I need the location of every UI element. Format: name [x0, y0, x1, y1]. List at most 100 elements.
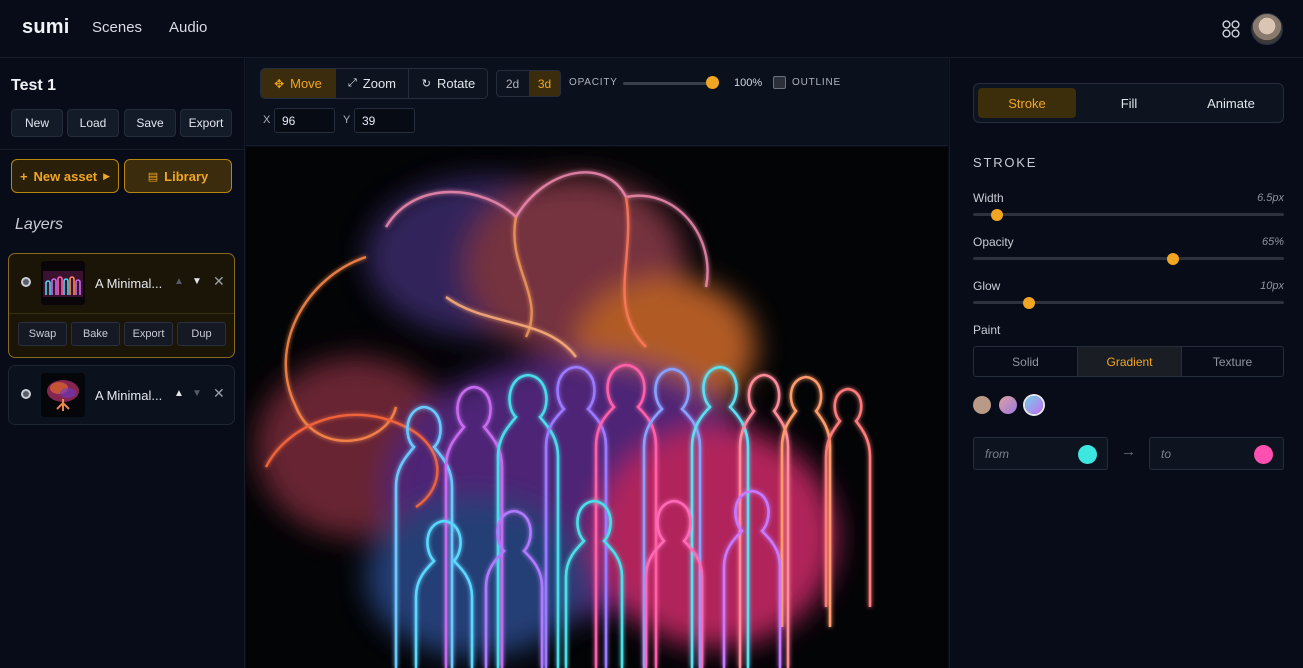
y-label: Y: [343, 114, 351, 126]
arrow-right-icon: →: [1121, 443, 1136, 460]
caret-right-icon: ▶: [103, 170, 111, 181]
move-tool-button[interactable]: ✥ Move: [261, 69, 335, 98]
3d-mode-button[interactable]: 3d: [529, 71, 560, 96]
layer-name[interactable]: A Minimal...: [95, 276, 162, 291]
expand-icon: ⤢: [347, 77, 357, 89]
nav-link-audio[interactable]: Audio: [169, 19, 207, 36]
close-icon[interactable]: ✕: [213, 385, 225, 402]
2d-mode-button[interactable]: 2d: [497, 71, 528, 96]
gradient-to-label: to: [1161, 447, 1172, 461]
glow-label: Glow: [973, 279, 1001, 293]
project-title: Test 1: [11, 77, 57, 94]
duplicate-button[interactable]: Dup: [177, 322, 226, 346]
move-down-icon[interactable]: ▼: [192, 276, 202, 287]
layer-export-button[interactable]: Export: [124, 322, 173, 346]
user-avatar[interactable]: [1251, 13, 1283, 45]
library-button[interactable]: ▤ Library: [124, 159, 232, 193]
gradient-from-field[interactable]: from: [973, 437, 1108, 470]
x-label: X: [263, 114, 271, 126]
layer-actions: Swap Bake Export Dup: [9, 313, 234, 346]
width-value: 6.5px: [1257, 192, 1284, 204]
new-asset-label: New asset: [33, 168, 98, 184]
tab-animate[interactable]: Animate: [1182, 88, 1280, 118]
rotate-tool-button[interactable]: ↻ Rotate: [409, 69, 488, 98]
opacity-label: Opacity: [973, 235, 1014, 249]
neon-artwork: [246, 147, 948, 668]
artwork-canvas[interactable]: [246, 147, 948, 668]
layer-name[interactable]: A Minimal...: [95, 388, 162, 403]
layer-row: A Minimal... ▲ ▼ ✕: [9, 254, 234, 312]
apps-grid-icon[interactable]: [1221, 19, 1241, 39]
gradient-to-field[interactable]: to: [1149, 437, 1284, 470]
opacity-slider[interactable]: [623, 82, 713, 85]
paint-texture-tab[interactable]: Texture: [1182, 347, 1283, 376]
outline-checkbox[interactable]: [773, 76, 786, 89]
canvas-toolbar: ✥ Move ⤢ Zoom ↻ Rotate 2d 3d OPACITY 100…: [246, 58, 948, 146]
panel-tabs: Stroke Fill Animate: [973, 83, 1284, 123]
paint-solid-tab[interactable]: Solid: [974, 347, 1077, 376]
width-slider-handle[interactable]: [991, 209, 1003, 221]
move-down-icon[interactable]: ▼: [192, 388, 202, 399]
layer-thumbnail: [41, 373, 85, 417]
rotate-icon: ↻: [421, 78, 431, 90]
paint-gradient-tab[interactable]: Gradient: [1078, 347, 1181, 376]
stroke-opacity-slider[interactable]: [973, 257, 1284, 260]
x-input[interactable]: 96: [274, 108, 335, 133]
move-up-icon[interactable]: ▲: [174, 276, 184, 287]
close-icon[interactable]: ✕: [213, 273, 225, 290]
from-color-dot[interactable]: [1078, 445, 1097, 464]
opacity-value: 65%: [1261, 236, 1284, 248]
bake-button[interactable]: Bake: [71, 322, 120, 346]
color-swatch[interactable]: [999, 396, 1017, 414]
nav-link-scenes[interactable]: Scenes: [92, 19, 142, 36]
left-sidebar: Test 1 New Load Save Export + New asset …: [0, 58, 245, 668]
export-button[interactable]: Export: [180, 109, 232, 137]
divider: [0, 149, 245, 150]
opacity-slider-handle[interactable]: [706, 76, 719, 89]
move-tool-label: Move: [290, 76, 322, 91]
paint-label: Paint: [973, 323, 1001, 337]
tab-stroke[interactable]: Stroke: [978, 88, 1076, 118]
tab-fill[interactable]: Fill: [1080, 88, 1178, 118]
color-swatch[interactable]: [973, 396, 991, 414]
rotate-tool-label: Rotate: [436, 76, 476, 91]
top-nav: sumi Scenes Audio: [0, 0, 1303, 58]
transform-tool-group: ✥ Move ⤢ Zoom ↻ Rotate: [260, 68, 488, 99]
glow-value: 10px: [1260, 280, 1284, 292]
y-input[interactable]: 39: [354, 108, 415, 133]
load-button[interactable]: Load: [67, 109, 119, 137]
library-label: Library: [164, 168, 209, 184]
to-color-dot[interactable]: [1254, 445, 1273, 464]
move-icon: ✥: [274, 76, 285, 91]
outline-label: OUTLINE: [792, 77, 841, 88]
new-asset-button[interactable]: + New asset ▶: [11, 159, 119, 193]
paint-mode-tabs: Solid Gradient Texture: [973, 346, 1284, 377]
gradient-from-label: from: [985, 447, 1009, 461]
layer-thumbnail: [41, 261, 85, 305]
layer-item[interactable]: A Minimal... ▲ ▼ ✕: [8, 365, 235, 425]
opacity-value: 100%: [734, 77, 763, 89]
glow-slider[interactable]: [973, 301, 1284, 304]
new-button[interactable]: New: [11, 109, 63, 137]
width-slider[interactable]: [973, 213, 1284, 216]
library-icon: ▤: [147, 170, 159, 183]
glow-slider-handle[interactable]: [1023, 297, 1035, 309]
brand-logo[interactable]: sumi: [22, 16, 69, 39]
layer-item[interactable]: A Minimal... ▲ ▼ ✕ Swap Bake Export Dup: [8, 253, 235, 358]
plus-icon: +: [19, 168, 28, 184]
width-label: Width: [973, 191, 1004, 205]
stroke-opacity-slider-handle[interactable]: [1167, 253, 1179, 265]
color-swatch-selected[interactable]: [1025, 396, 1043, 414]
move-up-icon[interactable]: ▲: [174, 388, 184, 399]
properties-panel: Stroke Fill Animate STROKE Width 6.5px O…: [949, 58, 1303, 668]
section-title: STROKE: [973, 155, 1038, 170]
zoom-tool-label: Zoom: [362, 76, 397, 91]
dimension-toggle: 2d 3d: [496, 70, 561, 97]
zoom-tool-button[interactable]: ⤢ Zoom: [336, 69, 408, 98]
layer-row: A Minimal... ▲ ▼ ✕: [9, 366, 234, 424]
layer-visibility-radio[interactable]: [21, 389, 31, 399]
layers-heading: Layers: [15, 216, 64, 233]
layer-visibility-radio[interactable]: [21, 277, 31, 287]
swap-button[interactable]: Swap: [18, 322, 67, 346]
save-button[interactable]: Save: [124, 109, 176, 137]
